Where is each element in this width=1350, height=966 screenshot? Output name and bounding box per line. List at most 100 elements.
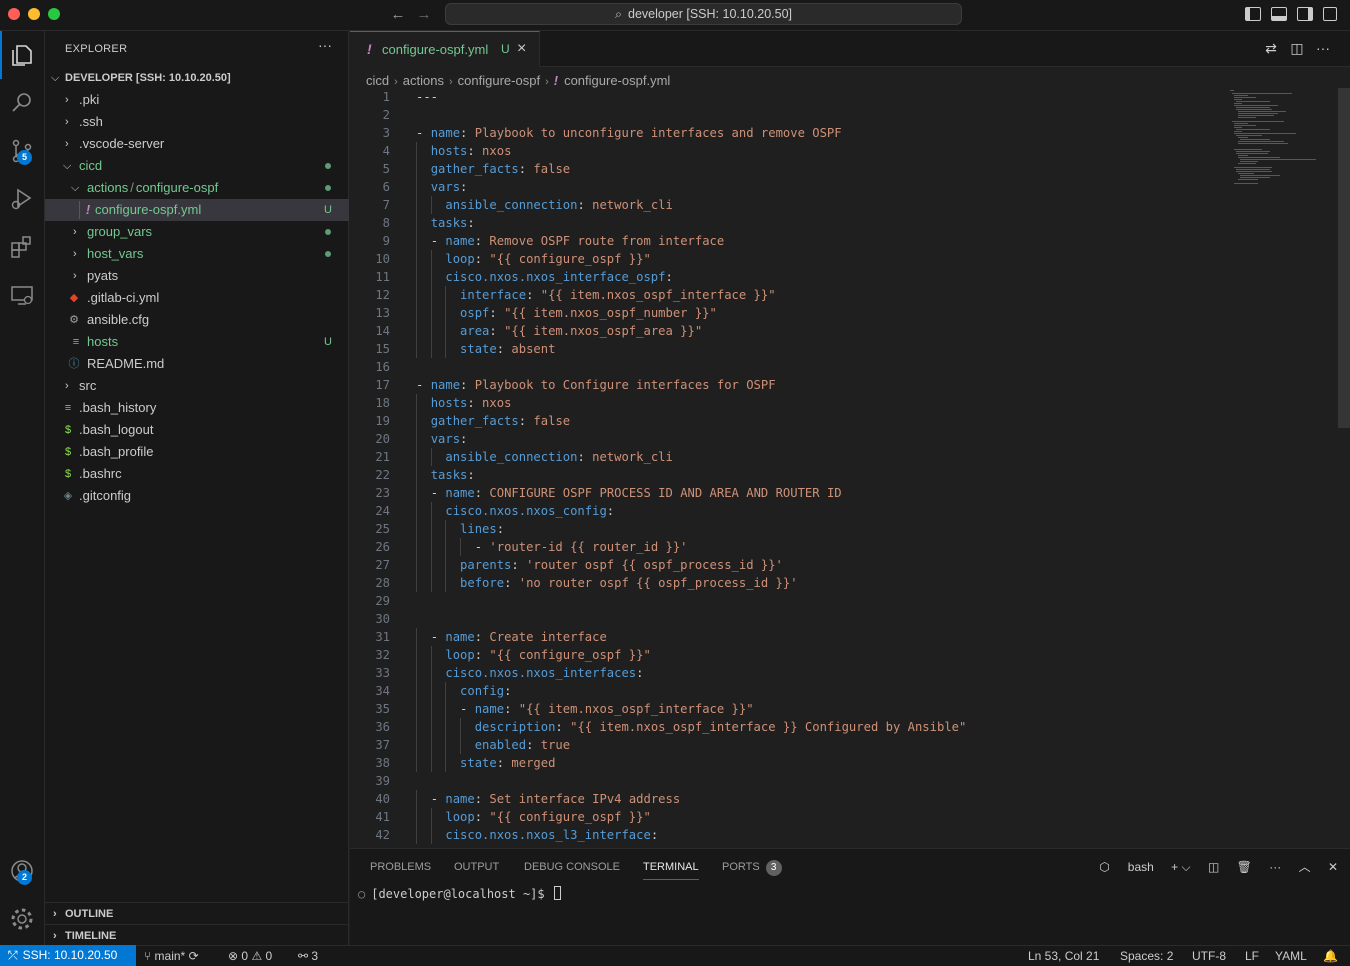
tab-debug-console[interactable]: DEBUG CONSOLE (524, 860, 620, 880)
code-line[interactable]: 36 description: "{{ item.nxos_ospf_inter… (350, 718, 1335, 736)
code-line[interactable]: 23 - name: CONFIGURE OSPF PROCESS ID AND… (350, 484, 1335, 502)
timeline-section[interactable]: › TIMELINE (45, 924, 349, 946)
breadcrumb-item[interactable]: configure-ospf (458, 73, 540, 88)
breadcrumb-item[interactable]: actions (403, 73, 444, 88)
terminal-output[interactable]: ○ [developer@localhost ~]$ (358, 886, 561, 901)
toggle-secondary-sidebar-icon[interactable] (1297, 7, 1313, 21)
code-line[interactable]: 42 cisco.nxos.nxos_l3_interface: (350, 826, 1335, 844)
source-control-icon[interactable]: 5 (8, 137, 36, 165)
code-line[interactable]: 9 - name: Remove OSPF route from interfa… (350, 232, 1335, 250)
encoding[interactable]: UTF-8 (1192, 946, 1226, 966)
code-line[interactable]: 31 - name: Create interface (350, 628, 1335, 646)
trash-icon[interactable]: 🗑 (1237, 860, 1252, 874)
code-line[interactable]: 21 ansible_connection: network_cli (350, 448, 1335, 466)
tree-item-bashrc[interactable]: $ .bashrc (45, 463, 349, 485)
new-terminal-icon[interactable]: + ⌵ (1171, 860, 1190, 875)
end-of-line[interactable]: LF (1245, 946, 1259, 966)
minimap[interactable] (1228, 88, 1338, 198)
code-line[interactable]: 6 vars: (350, 178, 1335, 196)
breadcrumb-item[interactable]: cicd (366, 73, 389, 88)
more-actions-icon[interactable]: ··· (1269, 860, 1281, 874)
tab-configure-ospf-yml[interactable]: ! configure-ospf.yml U × (350, 31, 540, 67)
indentation[interactable]: Spaces: 2 (1120, 946, 1173, 966)
outline-section[interactable]: › OUTLINE (45, 902, 349, 924)
code-line[interactable]: 12 interface: "{{ item.nxos_ospf_interfa… (350, 286, 1335, 304)
tab-output[interactable]: OUTPUT (454, 860, 499, 880)
vertical-scrollbar[interactable] (1338, 88, 1350, 428)
close-tab-icon[interactable]: × (517, 40, 526, 58)
code-line[interactable]: 18 hosts: nxos (350, 394, 1335, 412)
tree-item-actions-configure-ospf[interactable]: ⌵ actions / configure-ospf (45, 177, 349, 199)
extensions-icon[interactable] (8, 233, 36, 261)
close-panel-icon[interactable]: ✕ (1328, 860, 1338, 874)
code-line[interactable]: 28 before: 'no router ospf {{ ospf_proce… (350, 574, 1335, 592)
tree-item-hosts[interactable]: ≡ hosts U (45, 331, 349, 353)
code-line[interactable]: 8 tasks: (350, 214, 1335, 232)
breadcrumb-item[interactable]: configure-ospf.yml (564, 73, 670, 88)
tree-item-vscode-server[interactable]: › .vscode-server (45, 133, 349, 155)
code-line[interactable]: 26 - 'router-id {{ router_id }}' (350, 538, 1335, 556)
git-branch[interactable]: ⑂ main* ⟳ (144, 946, 199, 966)
code-line[interactable]: 16 (350, 358, 1335, 376)
code-line[interactable]: 24 cisco.nxos.nxos_config: (350, 502, 1335, 520)
code-line[interactable]: 38 state: merged (350, 754, 1335, 772)
forwarded-ports[interactable]: ⚯ 3 (298, 946, 318, 966)
code-line[interactable]: 15 state: absent (350, 340, 1335, 358)
code-line[interactable]: 29 (350, 592, 1335, 610)
code-line[interactable]: 40 - name: Set interface IPv4 address (350, 790, 1335, 808)
tree-item-pki[interactable]: › .pki (45, 89, 349, 111)
toggle-primary-sidebar-icon[interactable] (1245, 7, 1261, 21)
command-center[interactable]: ⌕ developer [SSH: 10.10.20.50] (445, 3, 962, 25)
tree-item-group-vars[interactable]: › group_vars (45, 221, 349, 243)
tree-item-host-vars[interactable]: › host_vars (45, 243, 349, 265)
code-line[interactable]: 35 - name: "{{ item.nxos_ospf_interface … (350, 700, 1335, 718)
toggle-panel-icon[interactable] (1271, 7, 1287, 21)
code-line[interactable]: 25 lines: (350, 520, 1335, 538)
code-line[interactable]: 37 enabled: true (350, 736, 1335, 754)
run-and-debug-icon[interactable] (8, 185, 36, 213)
tree-item-configure-ospf-yml[interactable]: ! configure-ospf.yml U (45, 199, 349, 221)
explorer-icon[interactable] (8, 41, 36, 69)
tree-item-ansible-cfg[interactable]: ⚙ ansible.cfg (45, 309, 349, 331)
split-editor-icon[interactable]: ◫ (1284, 40, 1310, 57)
problems-indicator[interactable]: ⊗ 0 ⚠ 0 (228, 946, 272, 966)
tab-terminal[interactable]: TERMINAL (643, 860, 699, 880)
code-line[interactable]: 20 vars: (350, 430, 1335, 448)
language-mode[interactable]: YAML (1275, 946, 1307, 966)
split-terminal-icon[interactable]: ◫ (1208, 860, 1219, 874)
settings-gear-icon[interactable] (8, 905, 36, 933)
notifications-bell-icon[interactable]: 🔔 (1323, 946, 1338, 966)
code-line[interactable]: 32 loop: "{{ configure_ospf }}" (350, 646, 1335, 664)
explorer-more-actions-icon[interactable]: ··· (318, 37, 332, 53)
tree-item-bash-profile[interactable]: $ .bash_profile (45, 441, 349, 463)
tree-item-src[interactable]: › src (45, 375, 349, 397)
tree-item-gitconfig[interactable]: ◈ .gitconfig (45, 485, 349, 507)
tree-item-bash-history[interactable]: ≡ .bash_history (45, 397, 349, 419)
tree-item-ssh[interactable]: › .ssh (45, 111, 349, 133)
tab-problems[interactable]: PROBLEMS (370, 860, 431, 880)
tree-item-bash-logout[interactable]: $ .bash_logout (45, 419, 349, 441)
code-line[interactable]: 14 area: "{{ item.nxos_ospf_area }}" (350, 322, 1335, 340)
code-line[interactable]: 13 ospf: "{{ item.nxos_ospf_number }}" (350, 304, 1335, 322)
forward-arrow-icon[interactable]: → (414, 5, 434, 25)
search-view-icon[interactable] (8, 89, 36, 117)
code-line[interactable]: 27 parents: 'router ospf {{ ospf_process… (350, 556, 1335, 574)
code-line[interactable]: 17 - name: Playbook to Configure interfac… (350, 376, 1335, 394)
compare-changes-icon[interactable]: ⇄ (1258, 40, 1284, 57)
code-line[interactable]: 1 --- (350, 88, 1335, 106)
maximize-panel-icon[interactable]: ︿ (1299, 858, 1311, 875)
more-actions-icon[interactable]: ··· (1310, 40, 1336, 56)
code-line[interactable]: 4 hosts: nxos (350, 142, 1335, 160)
minimize-window-button[interactable] (28, 8, 40, 20)
tree-root[interactable]: ⌵ DEVELOPER [SSH: 10.10.20.50] (45, 67, 349, 89)
zoom-window-button[interactable] (48, 8, 60, 20)
code-line[interactable]: 7 ansible_connection: network_cli (350, 196, 1335, 214)
code-line[interactable]: 10 loop: "{{ configure_ospf }}" (350, 250, 1335, 268)
code-line[interactable]: 33 cisco.nxos.nxos_interfaces: (350, 664, 1335, 682)
code-line[interactable]: 39 (350, 772, 1335, 790)
tree-item-gitlab-ci[interactable]: ◆ .gitlab-ci.yml (45, 287, 349, 309)
code-line[interactable]: 3 - name: Playbook to unconfigure interfa… (350, 124, 1335, 142)
tree-item-readme[interactable]: ⓘ README.md (45, 353, 349, 375)
code-line[interactable]: 5 gather_facts: false (350, 160, 1335, 178)
code-line[interactable]: 2 (350, 106, 1335, 124)
